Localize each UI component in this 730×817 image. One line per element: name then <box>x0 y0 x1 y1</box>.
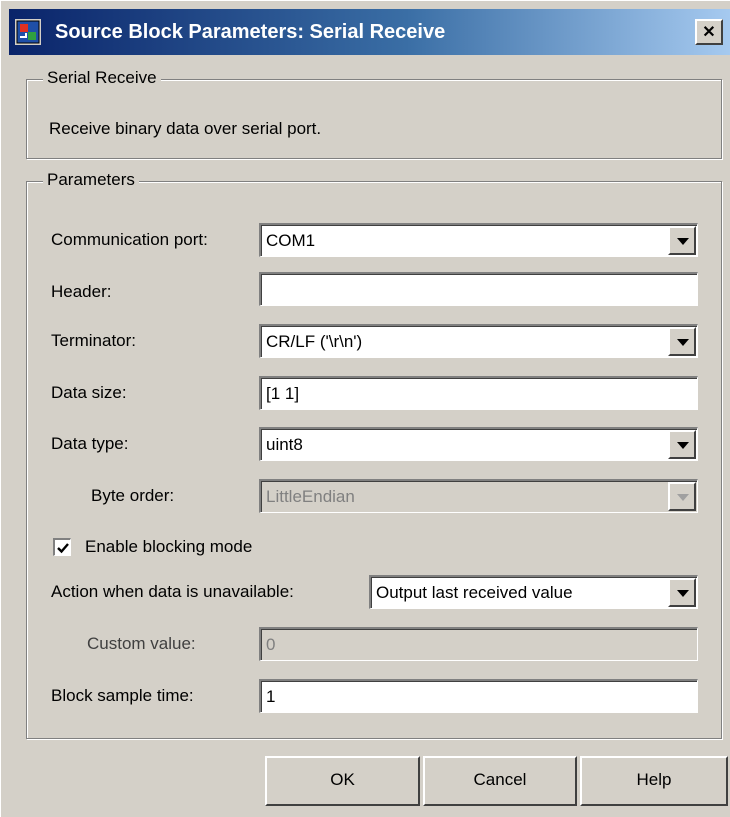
terminator-label: Terminator: <box>51 331 137 350</box>
close-button[interactable]: ✕ <box>695 19 723 45</box>
byte-order-label: Byte order: <box>91 486 175 505</box>
title-bar[interactable]: Source Block Parameters: Serial Receive … <box>9 9 730 55</box>
dialog-window: Source Block Parameters: Serial Receive … <box>0 0 730 817</box>
data-type-dropdown-button[interactable] <box>668 430 696 459</box>
communication-port-value: COM1 <box>266 231 316 250</box>
communication-port-dropdown-button[interactable] <box>668 226 696 255</box>
chevron-down-icon <box>677 590 689 597</box>
ok-button[interactable]: OK <box>265 756 420 806</box>
checkmark-icon <box>57 543 69 554</box>
data-size-value: [1 1] <box>266 384 300 403</box>
block-sample-time-label: Block sample time: <box>51 686 194 705</box>
block-sample-time-input[interactable]: 1 <box>259 679 698 713</box>
action-unavailable-label: Action when data is unavailable: <box>51 582 294 601</box>
action-unavailable-dropdown-button[interactable] <box>668 578 696 607</box>
chevron-down-icon <box>677 238 689 245</box>
chevron-down-icon <box>677 494 689 501</box>
communication-port-label: Communication port: <box>51 230 208 249</box>
chevron-down-icon <box>677 339 689 346</box>
data-type-value: uint8 <box>266 435 303 454</box>
byte-order-dropdown: LittleEndian <box>259 479 698 513</box>
description-group: Serial Receive Receive binary data over … <box>26 68 722 159</box>
enable-blocking-checkbox[interactable] <box>53 538 71 556</box>
data-type-label: Data type: <box>51 434 129 453</box>
terminator-dropdown[interactable]: CR/LF ('\r\n') <box>259 324 698 358</box>
terminator-dropdown-button[interactable] <box>668 327 696 356</box>
simulink-block-icon <box>15 19 41 45</box>
action-unavailable-dropdown[interactable]: Output last received value <box>369 575 698 609</box>
terminator-value: CR/LF ('\r\n') <box>266 332 363 351</box>
action-unavailable-value: Output last received value <box>376 583 573 602</box>
cancel-button[interactable]: Cancel <box>423 756 577 806</box>
description-legend: Serial Receive <box>43 68 161 88</box>
data-size-input[interactable]: [1 1] <box>259 376 698 410</box>
description-text: Receive binary data over serial port. <box>49 119 322 138</box>
header-label: Header: <box>51 282 112 301</box>
chevron-down-icon <box>677 442 689 449</box>
close-icon: ✕ <box>702 24 716 41</box>
parameters-legend: Parameters <box>43 170 139 190</box>
data-type-dropdown[interactable]: uint8 <box>259 427 698 461</box>
custom-value-input: 0 <box>259 627 698 661</box>
byte-order-dropdown-button <box>668 482 696 511</box>
custom-value-label: Custom value: <box>87 634 196 653</box>
byte-order-value: LittleEndian <box>266 487 355 506</box>
header-input[interactable] <box>259 272 698 306</box>
block-sample-time-value: 1 <box>266 687 276 706</box>
communication-port-dropdown[interactable]: COM1 <box>259 223 698 257</box>
custom-value-value: 0 <box>266 635 276 654</box>
help-button[interactable]: Help <box>580 756 728 806</box>
enable-blocking-label[interactable]: Enable blocking mode <box>85 536 252 558</box>
data-size-label: Data size: <box>51 383 127 402</box>
window-title: Source Block Parameters: Serial Receive <box>55 21 446 43</box>
